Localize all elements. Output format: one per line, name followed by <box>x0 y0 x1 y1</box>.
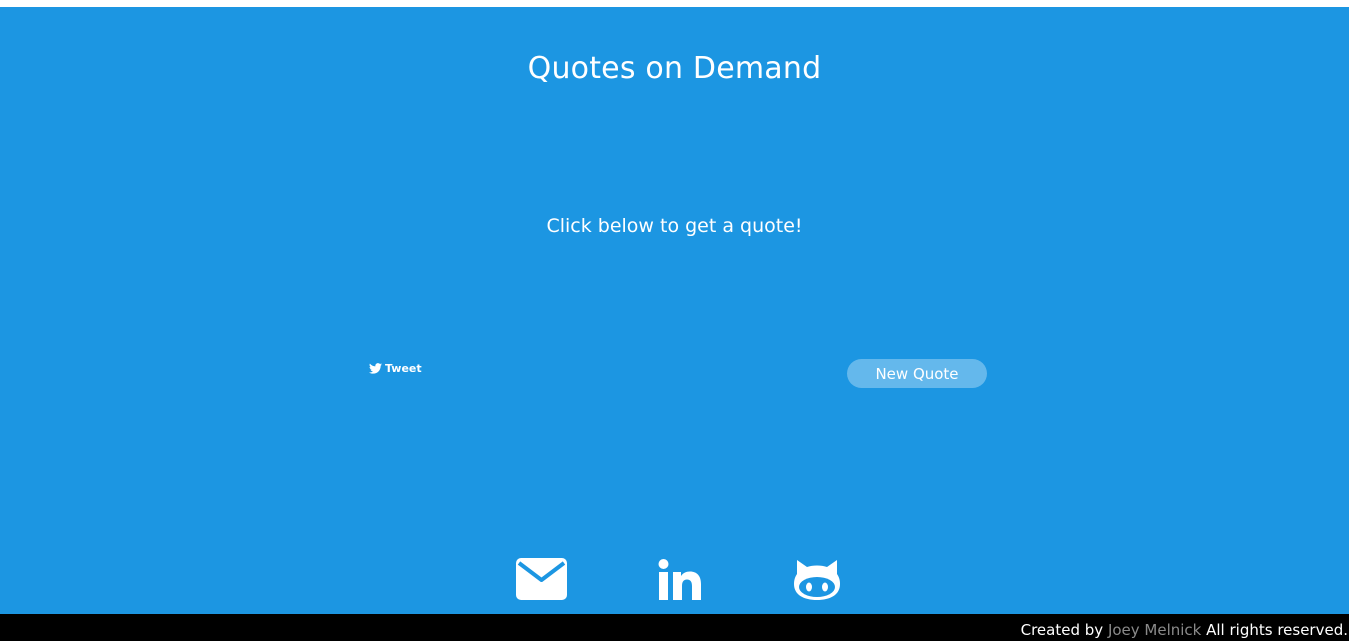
envelope-icon <box>516 558 567 600</box>
github-icon <box>793 558 841 602</box>
main-panel: Quotes on Demand Click below to get a qu… <box>0 7 1349 614</box>
github-link[interactable] <box>793 558 841 604</box>
author-link[interactable]: Joey Melnick <box>1108 621 1201 639</box>
email-link[interactable] <box>516 558 567 604</box>
page-title: Quotes on Demand <box>527 51 822 86</box>
footer: Created by Joey Melnick All rights reser… <box>0 614 1349 641</box>
footer-suffix: All rights reserved. <box>1201 621 1348 639</box>
linkedin-link[interactable] <box>658 558 702 604</box>
quote-text: Click below to get a quote! <box>546 215 803 237</box>
linkedin-icon <box>658 558 702 602</box>
new-quote-button[interactable]: New Quote <box>847 359 987 388</box>
footer-text: Created by Joey Melnick All rights reser… <box>1021 621 1348 639</box>
tweet-label: Tweet <box>385 362 422 375</box>
twitter-icon <box>369 363 382 374</box>
tweet-button[interactable]: Tweet <box>366 360 425 377</box>
top-strip <box>0 0 1349 7</box>
footer-prefix: Created by <box>1020 621 1108 639</box>
